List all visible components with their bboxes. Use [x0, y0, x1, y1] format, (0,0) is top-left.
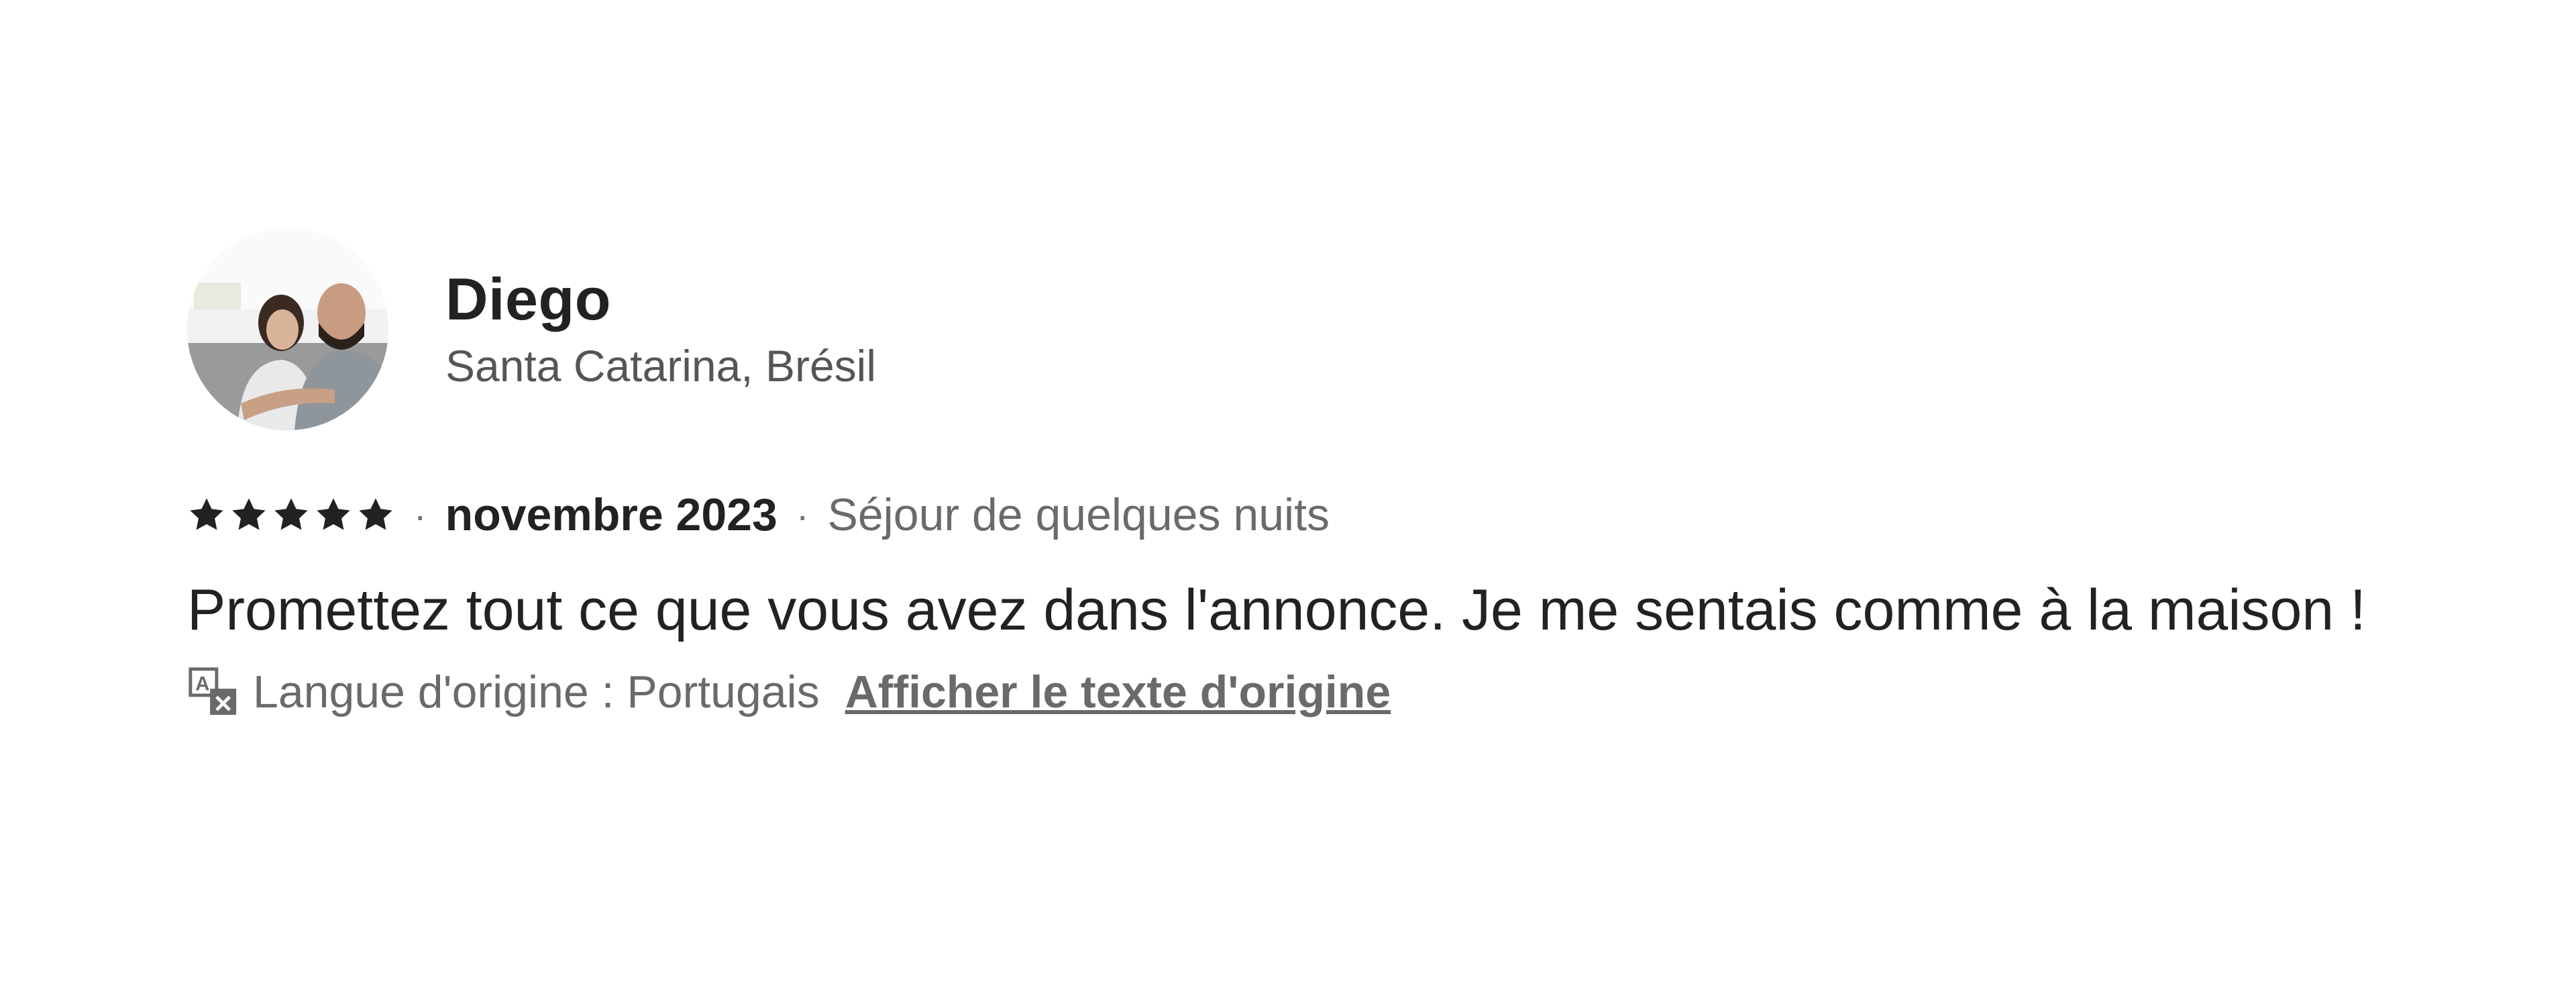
- star-icon: [359, 498, 392, 530]
- separator-dot: ·: [414, 493, 427, 536]
- avatar-photo-icon: [187, 229, 388, 430]
- show-original-text-link[interactable]: Afficher le texte d'origine: [845, 666, 1391, 718]
- reviewer-name[interactable]: Diego: [445, 266, 876, 332]
- original-language-label: Langue d'origine : Portugais: [253, 666, 820, 717]
- reviewer-location: Santa Catarina, Brésil: [445, 341, 876, 391]
- review-card: Diego Santa Catarina, Brésil · novembre …: [187, 228, 2535, 718]
- reviewer-header: Diego Santa Catarina, Brésil: [187, 228, 2535, 431]
- svg-text:A: A: [195, 673, 209, 695]
- separator-dot: ·: [796, 493, 809, 536]
- review-text: Promettez tout ce que vous avez dans l'a…: [187, 578, 2366, 642]
- star-icon: [317, 498, 350, 530]
- translation-info: A Langue d'origine : Portugais Afficher …: [187, 666, 2535, 718]
- star-icon: [274, 498, 308, 530]
- review-date: novembre 2023: [445, 489, 777, 540]
- reviewer-avatar[interactable]: [187, 229, 388, 430]
- star-icon: [190, 498, 223, 530]
- star-rating: [187, 495, 395, 534]
- stay-type: Séjour de quelques nuits: [827, 489, 1330, 540]
- translate-icon: A: [189, 666, 237, 715]
- reviewer-info: Diego Santa Catarina, Brésil: [445, 266, 876, 393]
- review-meta: · novembre 2023 · Séjour de quelques nui…: [187, 485, 2535, 545]
- star-icon: [232, 498, 266, 530]
